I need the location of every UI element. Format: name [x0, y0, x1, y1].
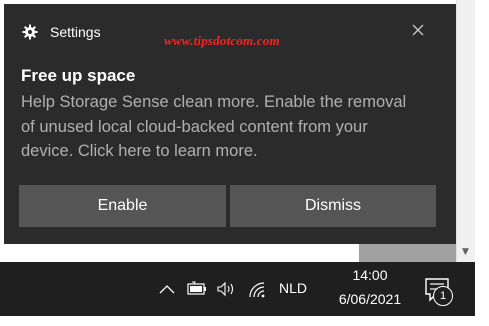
frame-edge — [475, 0, 489, 326]
language-indicator[interactable]: NLD — [279, 280, 307, 296]
close-icon[interactable] — [410, 22, 426, 38]
watermark-text: www.tipsdotcom.com — [164, 33, 280, 48]
chevron-up-icon[interactable] — [157, 279, 177, 299]
toast-title: Free up space — [21, 66, 136, 85]
toast-header: Settings — [22, 22, 101, 42]
clock-time[interactable]: 14:00 — [340, 267, 400, 283]
volume-icon[interactable] — [216, 279, 238, 299]
taskbar: NLD 14:00 6/06/2021 1 — [0, 262, 475, 316]
scrollbar[interactable] — [456, 0, 475, 262]
notification-toast[interactable]: Settings www.tipsdotcom.com Free up spac… — [4, 4, 456, 244]
background-window-element — [359, 244, 456, 262]
scroll-down-icon[interactable]: ▼ — [456, 244, 475, 260]
clock-date[interactable]: 6/06/2021 — [328, 291, 412, 307]
dismiss-button[interactable]: Dismiss — [230, 185, 436, 227]
frame-edge-bottom — [0, 316, 489, 326]
battery-icon[interactable] — [186, 279, 208, 299]
wifi-icon[interactable] — [247, 279, 269, 299]
notification-count-badge: 1 — [433, 286, 453, 306]
gear-icon — [22, 24, 38, 40]
toast-app-name: Settings — [50, 24, 101, 40]
toast-body[interactable]: Help Storage Sense clean more. Enable th… — [21, 90, 421, 164]
enable-button[interactable]: Enable — [19, 185, 226, 227]
